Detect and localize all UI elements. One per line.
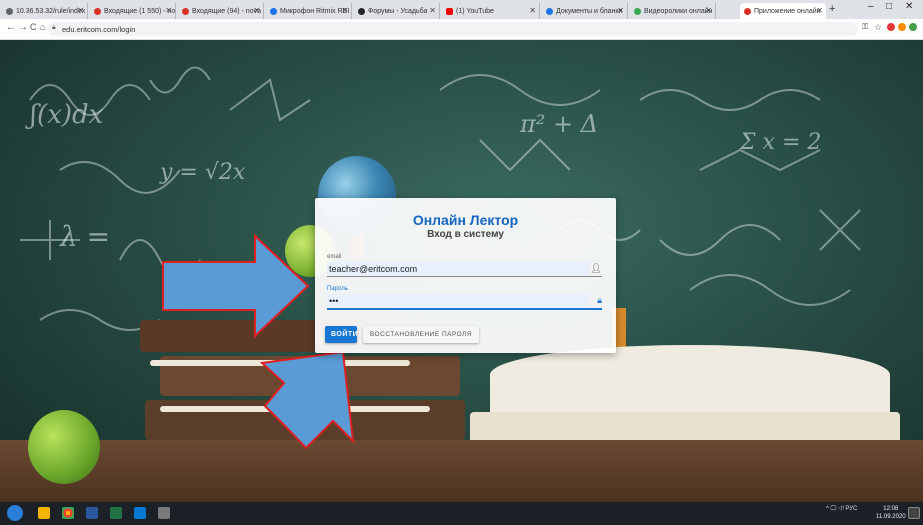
- tab-label: Форумы - Усадьба: [368, 7, 428, 15]
- password-underline: [327, 308, 602, 310]
- browser-tab[interactable]: Видеоролики онлайн ✕: [630, 3, 716, 19]
- address-bar: ← → C ⌂ 🔒︎ edu.eritcom.com/login ⚿ ☆: [0, 19, 923, 40]
- browser-tab[interactable]: (1) YouTube ✕: [442, 3, 540, 19]
- close-icon[interactable]: ✕: [529, 6, 536, 15]
- url-text: edu.eritcom.com/login: [62, 24, 136, 34]
- clock-time: 12:08: [883, 506, 899, 512]
- close-icon[interactable]: ✕: [705, 6, 712, 15]
- tab-label: (1) YouTube: [456, 7, 494, 15]
- bookmark-star-icon[interactable]: ☆: [874, 22, 882, 33]
- extension-icon[interactable]: [887, 23, 895, 31]
- tab-label: Документы и бланки: [556, 7, 623, 15]
- password-input[interactable]: [327, 294, 589, 307]
- back-button[interactable]: ←: [6, 22, 16, 33]
- login-subtitle: Вход в систему: [427, 229, 504, 240]
- file-explorer-icon[interactable]: [38, 507, 50, 519]
- chalkboard-background: ʃ(x)dx y = √2x π² + Δ Σ x = 2 λ = Онлайн…: [0, 40, 923, 502]
- outlook-icon[interactable]: [134, 507, 146, 519]
- person-icon: 👤︎: [590, 263, 602, 273]
- extension-icon[interactable]: [898, 23, 906, 31]
- notifications-icon[interactable]: [908, 507, 920, 519]
- browser-tab[interactable]: Входящие (94) - nova ✕: [178, 3, 264, 19]
- app-title: Онлайн Лектор: [412, 212, 519, 228]
- lock-icon: 🔒︎: [597, 295, 602, 305]
- excel-icon[interactable]: [110, 507, 122, 519]
- docs-icon: [546, 7, 553, 15]
- url-field[interactable]: 🔒︎ edu.eritcom.com/login: [48, 22, 858, 36]
- close-icon[interactable]: ✕: [816, 6, 823, 15]
- email-input[interactable]: [327, 262, 589, 275]
- email-label: email: [327, 254, 342, 260]
- annotation-arrow-right: [162, 233, 310, 339]
- tab-label: 10.36.53.32/rule/index: [16, 7, 86, 15]
- browser-tab[interactable]: Документы и бланки ✕: [542, 3, 628, 19]
- forward-button[interactable]: →: [18, 22, 28, 33]
- close-window-button[interactable]: ✕: [905, 1, 913, 12]
- home-button[interactable]: ⌂: [40, 22, 45, 32]
- browser-tab-bar: 10.36.53.32/rule/index ✕ Входящие (1 550…: [0, 0, 923, 19]
- annotation-arrow-up: [259, 350, 355, 450]
- browser-tab[interactable]: Входящие (1 550) - no ✕: [90, 3, 176, 19]
- system-tray[interactable]: ^ 🖵 ◁ᴵ РУС: [826, 506, 857, 513]
- tab-label: Видеоролики онлайн: [644, 7, 713, 15]
- login-card: Онлайн Лектор Вход в систему email 👤︎ Па…: [315, 198, 616, 353]
- maximize-button[interactable]: □: [886, 1, 892, 12]
- gmail-icon: [182, 7, 189, 15]
- lock-icon: 🔒︎: [52, 24, 56, 31]
- browser-tab[interactable]: Форумы - Усадьба ✕: [354, 3, 440, 19]
- key-icon[interactable]: ⚿: [862, 22, 868, 32]
- app-icon[interactable]: [158, 507, 170, 519]
- site-favicon-icon: [270, 7, 277, 15]
- reset-password-button[interactable]: ВОССТАНОВЛЕНИЕ ПАРОЛЯ: [363, 326, 479, 343]
- site-favicon-icon: [634, 7, 641, 15]
- tab-label: Приложение онлайн: [754, 7, 821, 15]
- site-favicon-icon: [358, 7, 365, 15]
- reload-button[interactable]: C: [30, 22, 37, 32]
- login-button[interactable]: ВОЙТИ: [325, 326, 358, 343]
- browser-tab[interactable]: Микрофон Ritmix RDI ✕: [266, 3, 352, 19]
- windows-taskbar: ^ 🖵 ◁ᴵ РУС 12:08 11.09.2020: [0, 502, 923, 525]
- clock-date: 11.09.2020: [876, 514, 906, 520]
- start-button-icon[interactable]: [7, 505, 23, 521]
- minimize-button[interactable]: –: [868, 1, 874, 12]
- tab-favicon-icon: [6, 7, 13, 15]
- close-icon[interactable]: ✕: [429, 6, 436, 15]
- close-icon[interactable]: ✕: [165, 6, 172, 15]
- browser-tab-active[interactable]: Приложение онлайн ✕: [740, 3, 826, 19]
- site-favicon-icon: [744, 7, 751, 15]
- taskbar-clock[interactable]: 12:08 11.09.2020: [876, 505, 906, 521]
- chrome-icon[interactable]: [62, 507, 74, 519]
- close-icon[interactable]: ✕: [253, 6, 260, 15]
- browser-tab[interactable]: 10.36.53.32/rule/index ✕: [2, 3, 88, 19]
- close-icon[interactable]: ✕: [341, 6, 348, 15]
- extension-icon[interactable]: [909, 23, 917, 31]
- tab-label: Микрофон Ritmix RDI: [280, 7, 350, 15]
- youtube-icon: [446, 7, 453, 15]
- tab-label: Входящие (94) - nova: [192, 7, 261, 15]
- gmail-icon: [94, 7, 101, 15]
- new-tab-button[interactable]: +: [829, 3, 835, 15]
- email-underline: [327, 276, 602, 277]
- close-icon[interactable]: ✕: [617, 6, 624, 15]
- word-icon[interactable]: [86, 507, 98, 519]
- close-icon[interactable]: ✕: [77, 6, 84, 15]
- password-label: Пароль: [327, 286, 348, 292]
